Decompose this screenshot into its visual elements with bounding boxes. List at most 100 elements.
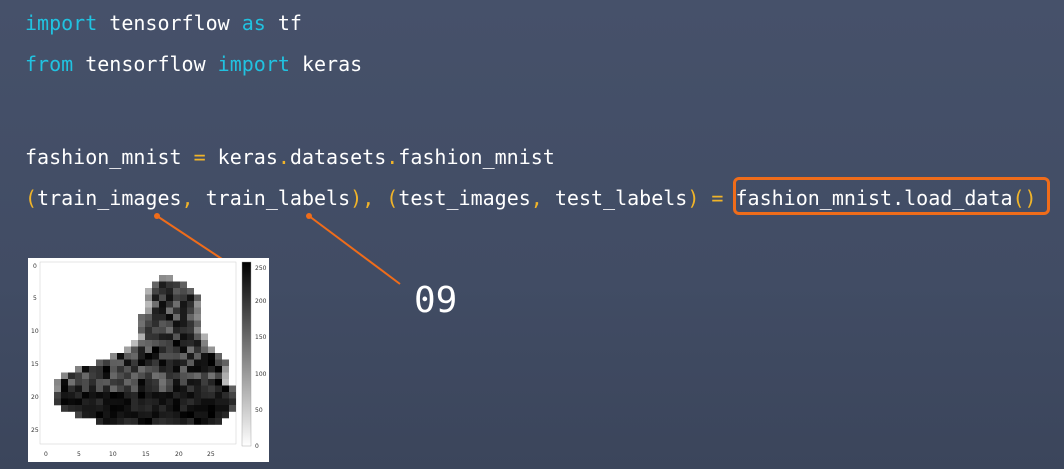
boot-pixel	[215, 372, 222, 380]
boot-pixel	[159, 418, 166, 425]
boot-pixel	[222, 379, 229, 386]
boot-pixel	[131, 379, 138, 386]
boot-pixel	[173, 307, 180, 315]
boot-pixel	[208, 379, 215, 386]
boot-pixel	[173, 346, 180, 354]
boot-pixel	[75, 405, 82, 412]
boot-pixel	[180, 320, 187, 328]
boot-pixel	[159, 288, 166, 295]
boot-pixel	[187, 366, 194, 373]
boot-pixel	[152, 294, 159, 302]
boot-pixel	[152, 398, 159, 406]
boot-pixel	[215, 405, 222, 412]
boot-pixel	[229, 398, 236, 406]
boot-pixel	[187, 301, 194, 308]
colorbar-tick: 150	[255, 334, 267, 341]
boot-pixel	[173, 359, 180, 367]
boot-pixel	[180, 340, 187, 347]
boot-pixel	[222, 359, 229, 367]
boot-pixel	[117, 398, 124, 406]
boot-pixel	[138, 353, 145, 360]
boot-pixel	[110, 392, 117, 399]
colorbar-tick: 100	[255, 371, 267, 378]
boot-pixel	[166, 301, 173, 308]
boot-pixel	[124, 379, 131, 386]
boot-pixel	[75, 372, 82, 380]
boot-pixel	[82, 385, 89, 393]
boot-pixel	[166, 411, 173, 419]
boot-pixel	[138, 320, 145, 328]
boot-pixel	[180, 418, 187, 425]
y-tick: 10	[31, 328, 39, 335]
boot-pixel	[208, 405, 215, 412]
boot-pixel	[180, 411, 187, 419]
boot-pixel	[110, 405, 117, 412]
boot-pixel	[201, 405, 208, 412]
boot-pixel	[145, 385, 152, 393]
boot-pixel	[159, 333, 166, 341]
boot-pixel	[187, 307, 194, 315]
boot-pixel	[75, 398, 82, 406]
boot-pixel	[152, 359, 159, 367]
boot-pixel	[201, 366, 208, 373]
boot-pixel	[138, 379, 145, 386]
boot-pixel	[173, 372, 180, 380]
boot-pixel	[96, 385, 103, 393]
boot-pixel	[89, 379, 96, 386]
boot-pixel	[180, 307, 187, 315]
boot-pixel	[152, 353, 159, 360]
boot-pixel	[96, 392, 103, 399]
boot-pixel	[159, 327, 166, 334]
boot-pixel	[173, 411, 180, 419]
boot-pixel	[166, 405, 173, 412]
boot-pixel	[145, 411, 152, 419]
boot-pixel	[187, 288, 194, 295]
boot-pixel	[229, 392, 236, 399]
colorbar-tick: 200	[255, 298, 267, 305]
boot-pixel	[187, 294, 194, 302]
boot-pixel	[166, 307, 173, 315]
boot-pixel	[152, 346, 159, 354]
boot-pixel	[75, 392, 82, 399]
boot-pixel	[194, 359, 201, 367]
boot-pixel	[124, 359, 131, 367]
boot-pixel	[159, 281, 166, 289]
boot-pixel	[131, 392, 138, 399]
boot-pixel	[187, 372, 194, 380]
boot-pixel	[166, 288, 173, 295]
boot-pixel	[166, 385, 173, 393]
boot-pixel	[138, 359, 145, 367]
boot-pixel	[201, 411, 208, 419]
boot-pixel	[180, 294, 187, 302]
boot-pixel	[61, 372, 68, 380]
y-tick: 15	[31, 361, 39, 368]
boot-pixel	[194, 294, 201, 302]
boot-pixel	[187, 320, 194, 328]
boot-pixel	[82, 405, 89, 412]
boot-pixel	[145, 314, 152, 321]
boot-pixel	[166, 320, 173, 328]
boot-pixel	[103, 411, 110, 419]
boot-pixel	[117, 411, 124, 419]
boot-pixel	[131, 346, 138, 354]
boot-pixel	[173, 340, 180, 347]
boot-pixel	[96, 366, 103, 373]
boot-pixel	[145, 327, 152, 334]
boot-pixel	[131, 411, 138, 419]
ankle-boot-image-plot: 250 200 150 100 50 0 0 5 10 15 20 25 0 5…	[28, 258, 269, 462]
boot-pixel	[215, 379, 222, 386]
boot-pixel	[145, 372, 152, 380]
x-tick: 25	[207, 451, 215, 458]
boot-pixel	[159, 398, 166, 406]
boot-pixel	[103, 418, 110, 425]
boot-pixel	[166, 366, 173, 373]
boot-pixel	[82, 366, 89, 373]
boot-pixel	[138, 405, 145, 412]
boot-pixel	[201, 379, 208, 386]
boot-pixel	[68, 372, 75, 380]
x-tick: 10	[109, 451, 117, 458]
boot-pixel	[173, 301, 180, 308]
boot-pixel	[138, 366, 145, 373]
connector-train-labels	[308, 215, 401, 285]
boot-pixel	[103, 379, 110, 386]
